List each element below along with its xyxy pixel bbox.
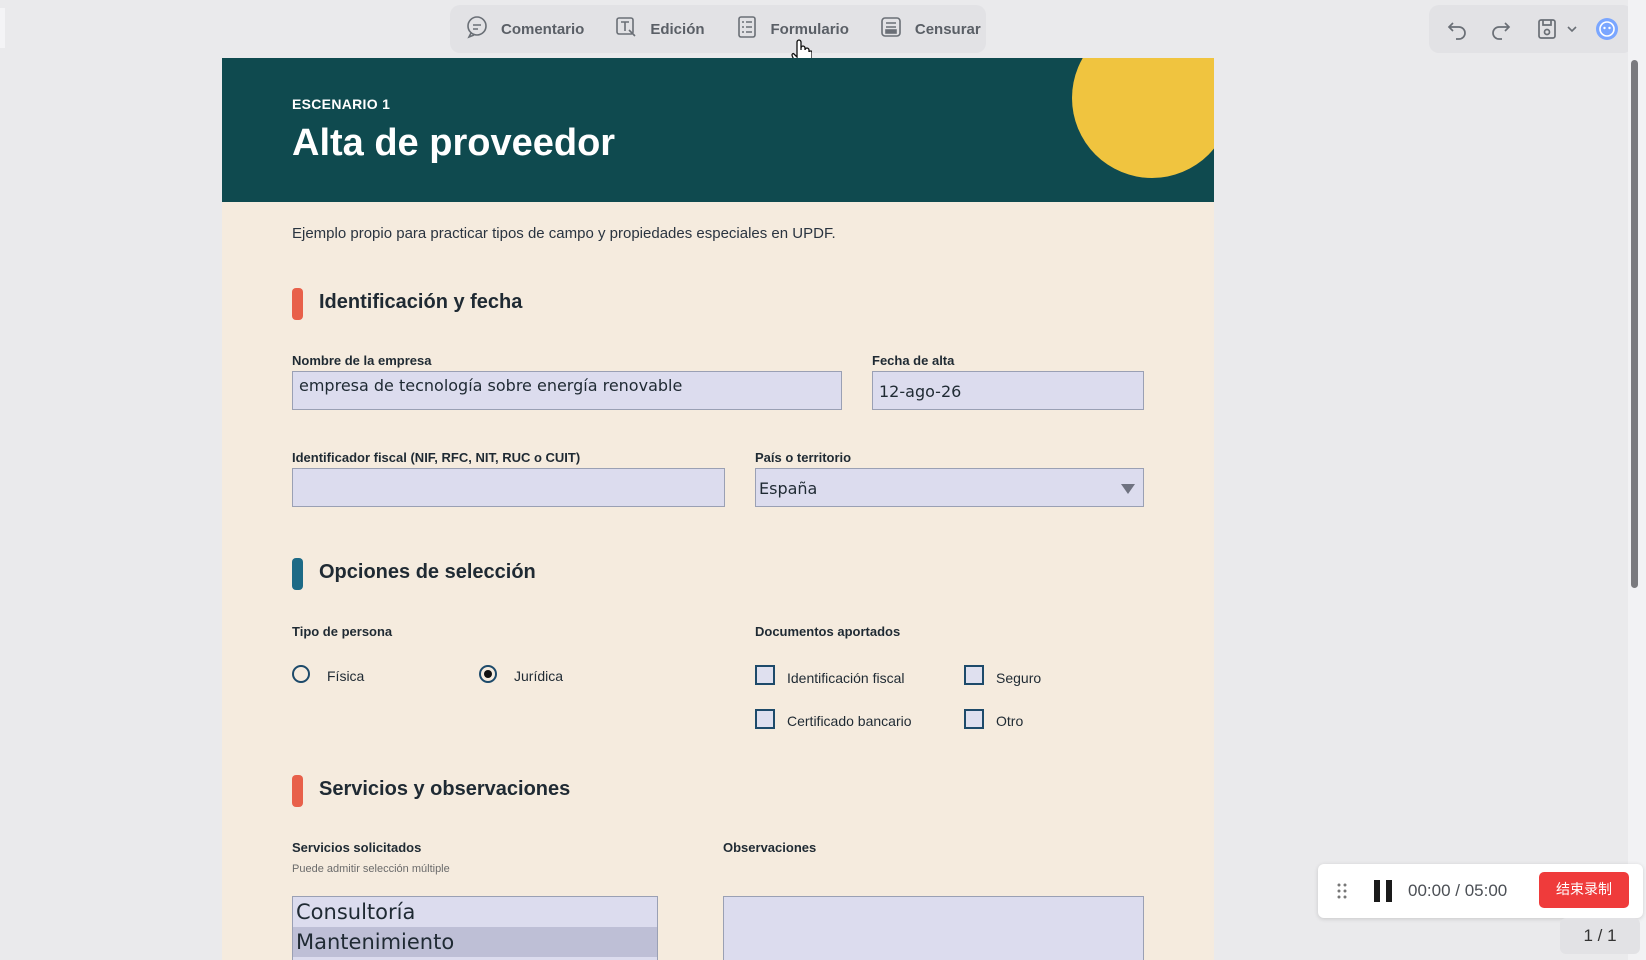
observaciones-textarea[interactable] [723, 896, 1144, 960]
tool-comentario[interactable]: Comentario [450, 5, 599, 53]
recording-widget: 00:00 / 05:00 结束录制 [1318, 864, 1643, 918]
pause-icon[interactable] [1372, 880, 1394, 902]
field-label-nif: Identificador fiscal (NIF, RFC, NIT, RUC… [292, 450, 581, 465]
edit-text-icon [614, 15, 650, 43]
checkbox-seguro[interactable] [964, 665, 984, 685]
checkbox-label: Identificación fiscal [787, 670, 905, 686]
tool-censurar[interactable]: Censurar [864, 5, 996, 53]
scrollbar-thumb[interactable] [1631, 60, 1638, 588]
checkbox-certificado-bancario[interactable] [755, 709, 775, 729]
pais-select[interactable]: España [755, 468, 1144, 507]
fecha-input[interactable]: 12-ago-26 [872, 371, 1144, 410]
radio-label-fisica: Física [327, 668, 365, 684]
checkbox-otro[interactable] [964, 709, 984, 729]
tool-label: Formulario [770, 20, 849, 38]
drag-handle-icon[interactable] [1336, 882, 1348, 900]
form-icon [735, 15, 771, 43]
undo-icon[interactable] [1445, 17, 1469, 41]
tool-label: Censurar [914, 20, 981, 38]
dropdown-arrow-icon [1121, 484, 1135, 494]
section-marker [292, 288, 303, 320]
intro-text: Ejemplo propio para practicar tipos de c… [292, 225, 836, 242]
empresa-input[interactable]: empresa de tecnología sobre energía reno… [292, 371, 842, 410]
field-label-empresa: Nombre de la empresa [292, 353, 432, 368]
comment-icon [465, 15, 501, 43]
save-icon[interactable] [1535, 17, 1559, 41]
mode-toolbar: Comentario Edición Formulario Censurar [450, 5, 986, 53]
tool-edicion[interactable]: Edición [599, 5, 719, 53]
field-label-pais: País o territorio [755, 450, 852, 465]
list-item[interactable]: Consultoría [293, 897, 657, 927]
section-marker [292, 775, 303, 807]
checkbox-label: Otro [996, 713, 1024, 729]
recording-time: 00:00 / 05:00 [1408, 881, 1508, 900]
redo-icon[interactable] [1489, 17, 1513, 41]
scenario-label: ESCENARIO 1 [292, 96, 391, 112]
nif-input[interactable] [292, 468, 725, 507]
servicios-listbox[interactable]: Consultoría Mantenimiento [292, 896, 658, 960]
tool-label: Edición [650, 20, 705, 38]
end-recording-button[interactable]: 结束录制 [1539, 872, 1629, 908]
decorative-circle [1072, 58, 1214, 178]
section-title-identificacion: Identificación y fecha [319, 291, 523, 313]
field-label-obs: Observaciones [723, 840, 817, 855]
pais-selected-value: España [759, 479, 818, 498]
checkbox-label: Certificado bancario [787, 713, 912, 729]
radio-fisica[interactable] [292, 665, 310, 683]
section-title-servicios: Servicios y observaciones [319, 778, 571, 800]
document-actions [1429, 5, 1633, 53]
header-banner: ESCENARIO 1 Alta de proveedor [222, 58, 1214, 202]
redact-icon [879, 15, 915, 43]
section-title-opciones: Opciones de selección [319, 561, 536, 583]
page-indicator: 1 / 1 [1560, 918, 1640, 954]
chevron-down-icon[interactable] [1565, 17, 1579, 41]
section-marker [292, 558, 303, 590]
checkbox-label: Seguro [996, 670, 1042, 686]
checkbox-identificacion-fiscal[interactable] [755, 665, 775, 685]
page-title: Alta de proveedor [292, 122, 616, 164]
list-item-selected[interactable]: Mantenimiento [293, 927, 657, 957]
field-label-servicios: Servicios solicitados [292, 840, 422, 855]
pdf-page: ESCENARIO 1 Alta de proveedor Ejemplo pr… [222, 58, 1214, 960]
radio-juridica[interactable] [479, 665, 497, 683]
field-label-fecha: Fecha de alta [872, 353, 955, 368]
radio-label-juridica: Jurídica [514, 668, 564, 684]
field-label-docs: Documentos aportados [755, 624, 901, 639]
field-label-tipo: Tipo de persona [292, 624, 393, 639]
tool-label: Comentario [501, 20, 585, 38]
field-hint-servicios: Puede admitir selección múltiple [292, 863, 450, 875]
left-panel-edge [0, 8, 5, 48]
ai-assistant-icon[interactable] [1595, 17, 1619, 41]
